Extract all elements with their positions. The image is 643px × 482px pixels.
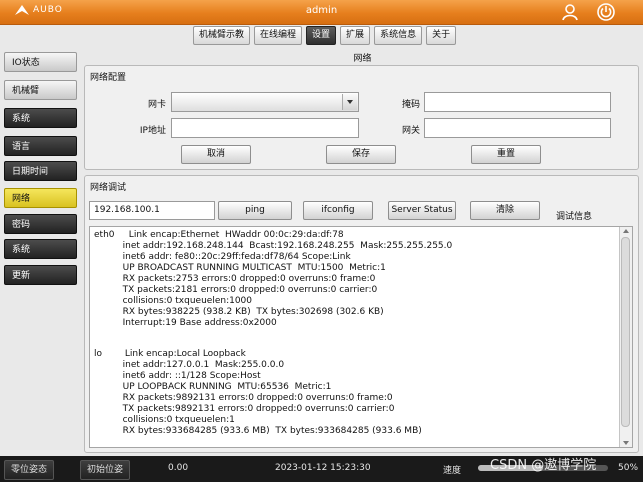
nic-label: 网卡: [147, 100, 166, 110]
scrollbar-thumb[interactable]: [621, 237, 630, 427]
vertical-scrollbar[interactable]: [619, 227, 632, 447]
scroll-up-icon[interactable]: [623, 229, 629, 233]
title-bar: AUBO admin: [0, 0, 643, 25]
save-button[interactable]: 保存: [326, 145, 396, 164]
cancel-button[interactable]: 取消: [181, 145, 251, 164]
output-line: collisions:0 txqueuelen:1000: [94, 296, 253, 306]
output-line: TX packets:2181 errors:0 dropped:0 overr…: [94, 285, 378, 295]
speed-label: 速度: [443, 466, 462, 476]
reset-button[interactable]: 重置: [471, 145, 541, 164]
nav-io-status[interactable]: IO状态: [4, 52, 77, 72]
tab-settings[interactable]: 设置: [306, 26, 337, 45]
tab-robot-teach[interactable]: 机械臂示教: [193, 26, 251, 45]
network-config-title: 网络配置: [90, 73, 127, 83]
ping-button[interactable]: ping: [218, 201, 292, 220]
scroll-down-icon[interactable]: [623, 441, 629, 445]
output-line: lo Link encap:Local Loopback: [94, 349, 246, 359]
output-line: inet6 addr: ::1/128 Scope:Host: [94, 371, 261, 381]
network-debug-title: 网络调试: [90, 183, 127, 193]
chevron-down-icon[interactable]: [342, 94, 357, 110]
nav-datetime[interactable]: 日期时间: [4, 161, 77, 181]
output-line: collisions:0 txqueuelen:1: [94, 415, 235, 425]
output-line: Interrupt:19 Base address:0x2000: [94, 318, 277, 328]
init-pose-button[interactable]: 初始位姿: [80, 460, 131, 480]
nav-robot-arm[interactable]: 机械臂: [4, 80, 77, 100]
gateway-label: 网关: [401, 126, 420, 136]
nav-network[interactable]: 网络: [4, 188, 77, 208]
address-input[interactable]: 192.168.100.1: [89, 201, 215, 220]
nav-update[interactable]: 更新: [4, 265, 77, 285]
top-tab-bar: 机械臂示教 在线编程 设置 扩展 系统信息 关于: [193, 26, 457, 45]
debug-info-label: 调试信息: [556, 212, 593, 222]
tab-extensions[interactable]: 扩展: [340, 26, 371, 45]
nav-password[interactable]: 密码: [4, 214, 77, 234]
output-line: RX packets:9892131 errors:0 dropped:0 ov…: [94, 393, 393, 403]
mask-input[interactable]: [424, 92, 611, 112]
datetime: 2023-01-12 15:23:30: [275, 463, 371, 473]
output-line: RX bytes:933684285 (933.6 MB) TX bytes:9…: [94, 426, 422, 436]
gateway-input[interactable]: [424, 118, 611, 138]
watermark-text: CSDN @遨博学院: [490, 458, 597, 473]
user-name: admin: [305, 5, 338, 16]
clear-button[interactable]: 清除: [470, 201, 540, 220]
output-line: RX packets:2753 errors:0 dropped:0 overr…: [94, 274, 376, 284]
output-line: eth0 Link encap:Ethernet HWaddr 00:0c:29…: [94, 230, 344, 240]
zero-pose-button[interactable]: 零位姿态: [4, 460, 55, 480]
user-icon[interactable]: [560, 2, 580, 22]
output-line: UP LOOPBACK RUNNING MTU:65536 Metric:1: [94, 382, 332, 392]
tab-online-programming[interactable]: 在线编程: [254, 26, 303, 45]
mask-label: 掩码: [401, 100, 420, 110]
output-line: RX bytes:938225 (938.2 KB) TX bytes:3026…: [94, 307, 384, 317]
ip-input[interactable]: [171, 118, 359, 138]
ifconfig-button[interactable]: ifconfig: [303, 201, 373, 220]
debug-output[interactable]: eth0 Link encap:Ethernet HWaddr 00:0c:29…: [89, 226, 633, 448]
nav-system-sub[interactable]: 系统: [4, 239, 77, 259]
speed-percent: 50%: [618, 463, 639, 473]
server-status-button[interactable]: Server Status: [388, 201, 456, 220]
nav-language[interactable]: 语言: [4, 136, 77, 156]
nic-select[interactable]: [171, 92, 359, 112]
output-line: UP BROADCAST RUNNING MULTICAST MTU:1500 …: [94, 263, 386, 273]
nav-system[interactable]: 系统: [4, 108, 77, 128]
value-readout: 0.00: [168, 463, 189, 473]
output-line: TX packets:9892131 errors:0 dropped:0 ov…: [94, 404, 395, 414]
tab-system-info[interactable]: 系统信息: [374, 26, 423, 45]
page-subtitle: 网络: [353, 54, 372, 64]
output-line: inet6 addr: fe80::20c:29ff:feda:df78/64 …: [94, 252, 351, 262]
output-line: inet addr:192.168.248.144 Bcast:192.168.…: [94, 241, 453, 251]
power-icon[interactable]: [596, 2, 616, 22]
tab-about[interactable]: 关于: [426, 26, 457, 45]
ip-label: IP地址: [139, 126, 166, 136]
output-line: inet addr:127.0.0.1 Mask:255.0.0.0: [94, 360, 285, 370]
